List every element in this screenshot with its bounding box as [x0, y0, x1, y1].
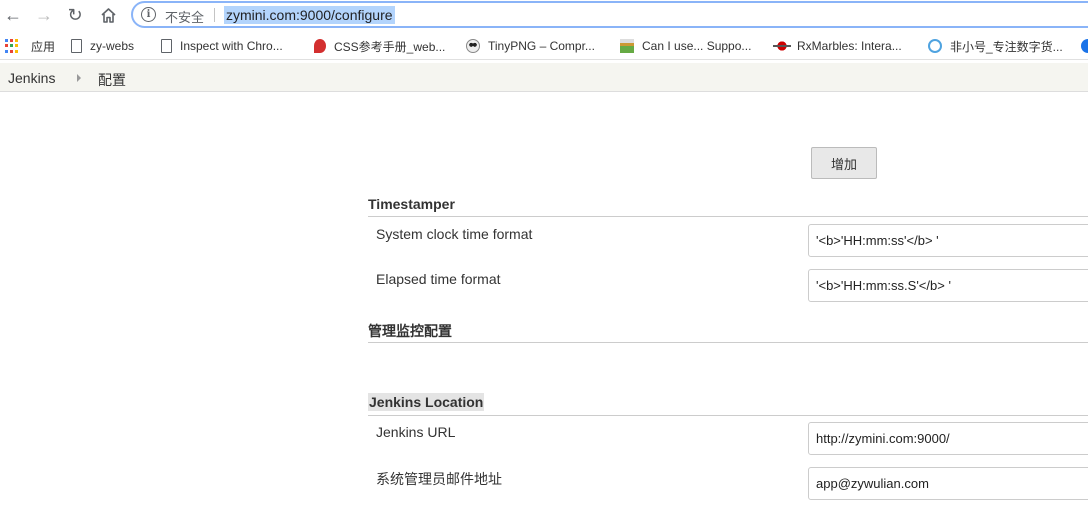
page-icon [71, 39, 82, 53]
elapsed-time-format-input[interactable]: '<b>'HH:mm:ss.S'</b> ' [808, 269, 1088, 302]
system-clock-label: System clock time format [376, 226, 533, 242]
bookmark-label: TinyPNG – Compr... [488, 39, 595, 53]
section-title-monitoring: 管理监控配置 [368, 323, 452, 339]
globe-icon [1081, 39, 1088, 53]
section-divider [368, 216, 1088, 217]
bookmark-rxmarbles[interactable]: RxMarbles: Intera... [773, 37, 902, 55]
bookmark-label: RxMarbles: Intera... [797, 39, 902, 53]
bookmark-feixiaohao[interactable]: 非小号_专注数字货... [928, 37, 1063, 55]
bookmark-caniuse[interactable]: Can I use... Suppo... [620, 37, 751, 55]
bookmark-label: CSS参考手册_web... [334, 39, 446, 54]
rxmarbles-icon [773, 39, 791, 53]
bookmark-overflow[interactable] [1081, 37, 1088, 55]
bookmarks-bar: 应用 zy-webs Inspect with Chro... CSS参考手册_… [0, 33, 1088, 60]
breadcrumb-jenkins[interactable]: Jenkins [8, 70, 55, 86]
bookmark-label: 非小号_专注数字货... [950, 39, 1063, 54]
bookmark-label: zy-webs [90, 39, 135, 53]
section-title-timestamper: Timestamper [368, 196, 455, 212]
admin-email-label: 系统管理员邮件地址 [376, 471, 502, 487]
page-icon [161, 39, 172, 53]
breadcrumb-arrow-icon[interactable] [77, 74, 81, 82]
panda-icon [466, 39, 480, 53]
bookmark-inspect[interactable]: Inspect with Chro... [161, 37, 283, 55]
section-title-jenkins-location: Jenkins Location [368, 393, 485, 411]
bookmark-label: 应用 [31, 39, 56, 54]
jenkins-url-input[interactable]: http://zymini.com:9000/ [808, 422, 1088, 455]
forward-arrow-icon[interactable]: → [33, 4, 55, 26]
jenkins-url-label: Jenkins URL [376, 424, 456, 440]
bookmark-label: Inspect with Chro... [180, 39, 283, 53]
breadcrumb-configure[interactable]: 配置 [98, 70, 126, 90]
elapsed-time-label: Elapsed time format [376, 271, 501, 287]
caniuse-icon [620, 39, 634, 53]
system-clock-format-input[interactable]: '<b>'HH:mm:ss'</b> ' [808, 224, 1088, 257]
security-label: 不安全 [165, 10, 205, 25]
feixiaohao-icon [928, 39, 942, 53]
back-arrow-icon[interactable]: ← [2, 4, 24, 26]
section-divider [368, 415, 1088, 416]
url-text[interactable]: zymini.com:9000/configure [224, 6, 395, 24]
info-icon[interactable]: i [141, 7, 156, 22]
admin-email-input[interactable]: app@zywulian.com [808, 467, 1088, 500]
add-button[interactable]: 增加 [811, 147, 877, 179]
browser-toolbar: ← → ↻ i 不安全 zymini.com:9000/configure [0, 0, 1088, 30]
address-divider [214, 8, 215, 22]
bookmark-zy-webs[interactable]: zy-webs [71, 37, 134, 55]
address-bar[interactable]: i 不安全 zymini.com:9000/configure [131, 1, 1088, 28]
bookmark-tinypng[interactable]: TinyPNG – Compr... [466, 37, 595, 55]
bookmark-apps[interactable]: 应用 [5, 37, 55, 55]
reload-icon[interactable]: ↻ [64, 4, 86, 26]
apps-icon [5, 39, 19, 53]
breadcrumb: Jenkins 配置 [0, 63, 1088, 92]
bookmark-css[interactable]: CSS参考手册_web... [314, 37, 445, 55]
css-icon [314, 39, 326, 53]
section-divider [368, 342, 1088, 343]
home-icon[interactable] [97, 4, 119, 26]
bookmark-label: Can I use... Suppo... [642, 39, 752, 53]
